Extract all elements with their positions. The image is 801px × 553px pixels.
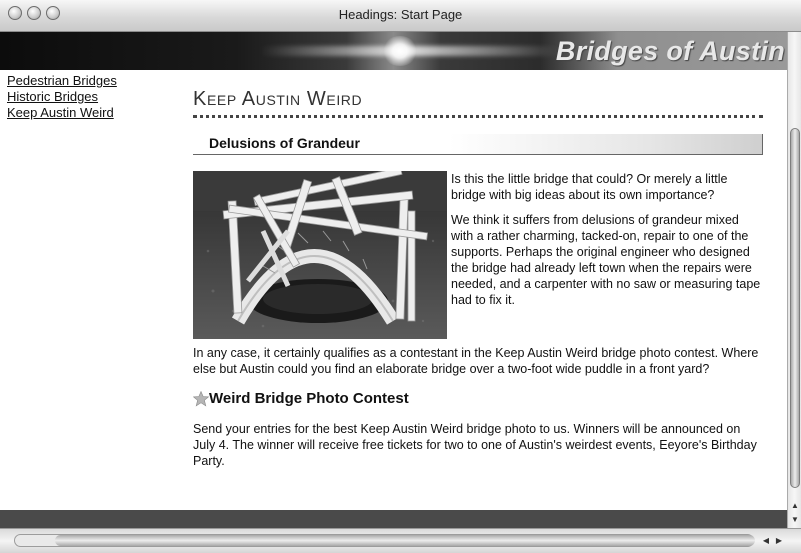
main-content: Keep Austin Weird Delusions of Grandeur bbox=[193, 88, 763, 478]
bridge-photo-image bbox=[193, 171, 447, 339]
nav-link-historic-bridges[interactable]: Historic Bridges bbox=[7, 89, 117, 105]
page-heading: Keep Austin Weird bbox=[193, 88, 763, 118]
site-title: Bridges of Austin bbox=[555, 36, 785, 66]
contest-heading: Weird Bridge Photo Contest bbox=[193, 390, 763, 407]
bridge-photo bbox=[193, 171, 447, 339]
horizontal-scrollbar[interactable]: ◀ ▶ bbox=[0, 528, 801, 553]
horizontal-scroll-thumb[interactable] bbox=[55, 535, 755, 546]
site-banner: Bridges of Austin bbox=[0, 32, 787, 70]
arrow-down-icon[interactable]: ▼ bbox=[788, 514, 801, 526]
nav-link-keep-austin-weird[interactable]: Keep Austin Weird bbox=[7, 105, 117, 121]
browser-window: Headings: Start Page Bridges of Austin P… bbox=[0, 0, 801, 553]
vertical-scroll-thumb[interactable] bbox=[790, 128, 800, 488]
star-icon bbox=[193, 391, 209, 407]
banner-sun-glare bbox=[382, 36, 418, 66]
sidebar-nav: Pedestrian Bridges Historic Bridges Keep… bbox=[7, 73, 117, 121]
vertical-scrollbar[interactable]: ▲ ▼ bbox=[787, 32, 801, 528]
contest-paragraph: Send your entries for the best Keep Aust… bbox=[193, 422, 757, 468]
horizontal-scroll-track[interactable] bbox=[14, 534, 755, 547]
arrow-left-icon[interactable]: ◀ bbox=[760, 534, 772, 547]
title-bar: Headings: Start Page bbox=[0, 0, 801, 32]
paragraph-3: In any case, it certainly qualifies as a… bbox=[193, 346, 759, 376]
contest-heading-text: Weird Bridge Photo Contest bbox=[209, 390, 409, 407]
window-title: Headings: Start Page bbox=[338, 7, 463, 22]
intro-block: Is this the little bridge that could? Or… bbox=[193, 171, 763, 377]
nav-link-pedestrian-bridges[interactable]: Pedestrian Bridges bbox=[7, 73, 117, 89]
section-heading: Delusions of Grandeur bbox=[209, 135, 360, 151]
section-heading-box: Delusions of Grandeur bbox=[193, 134, 763, 155]
page-bottom-strip bbox=[0, 510, 787, 528]
arrow-up-icon[interactable]: ▲ bbox=[788, 500, 801, 512]
arrow-right-icon[interactable]: ▶ bbox=[773, 534, 785, 547]
